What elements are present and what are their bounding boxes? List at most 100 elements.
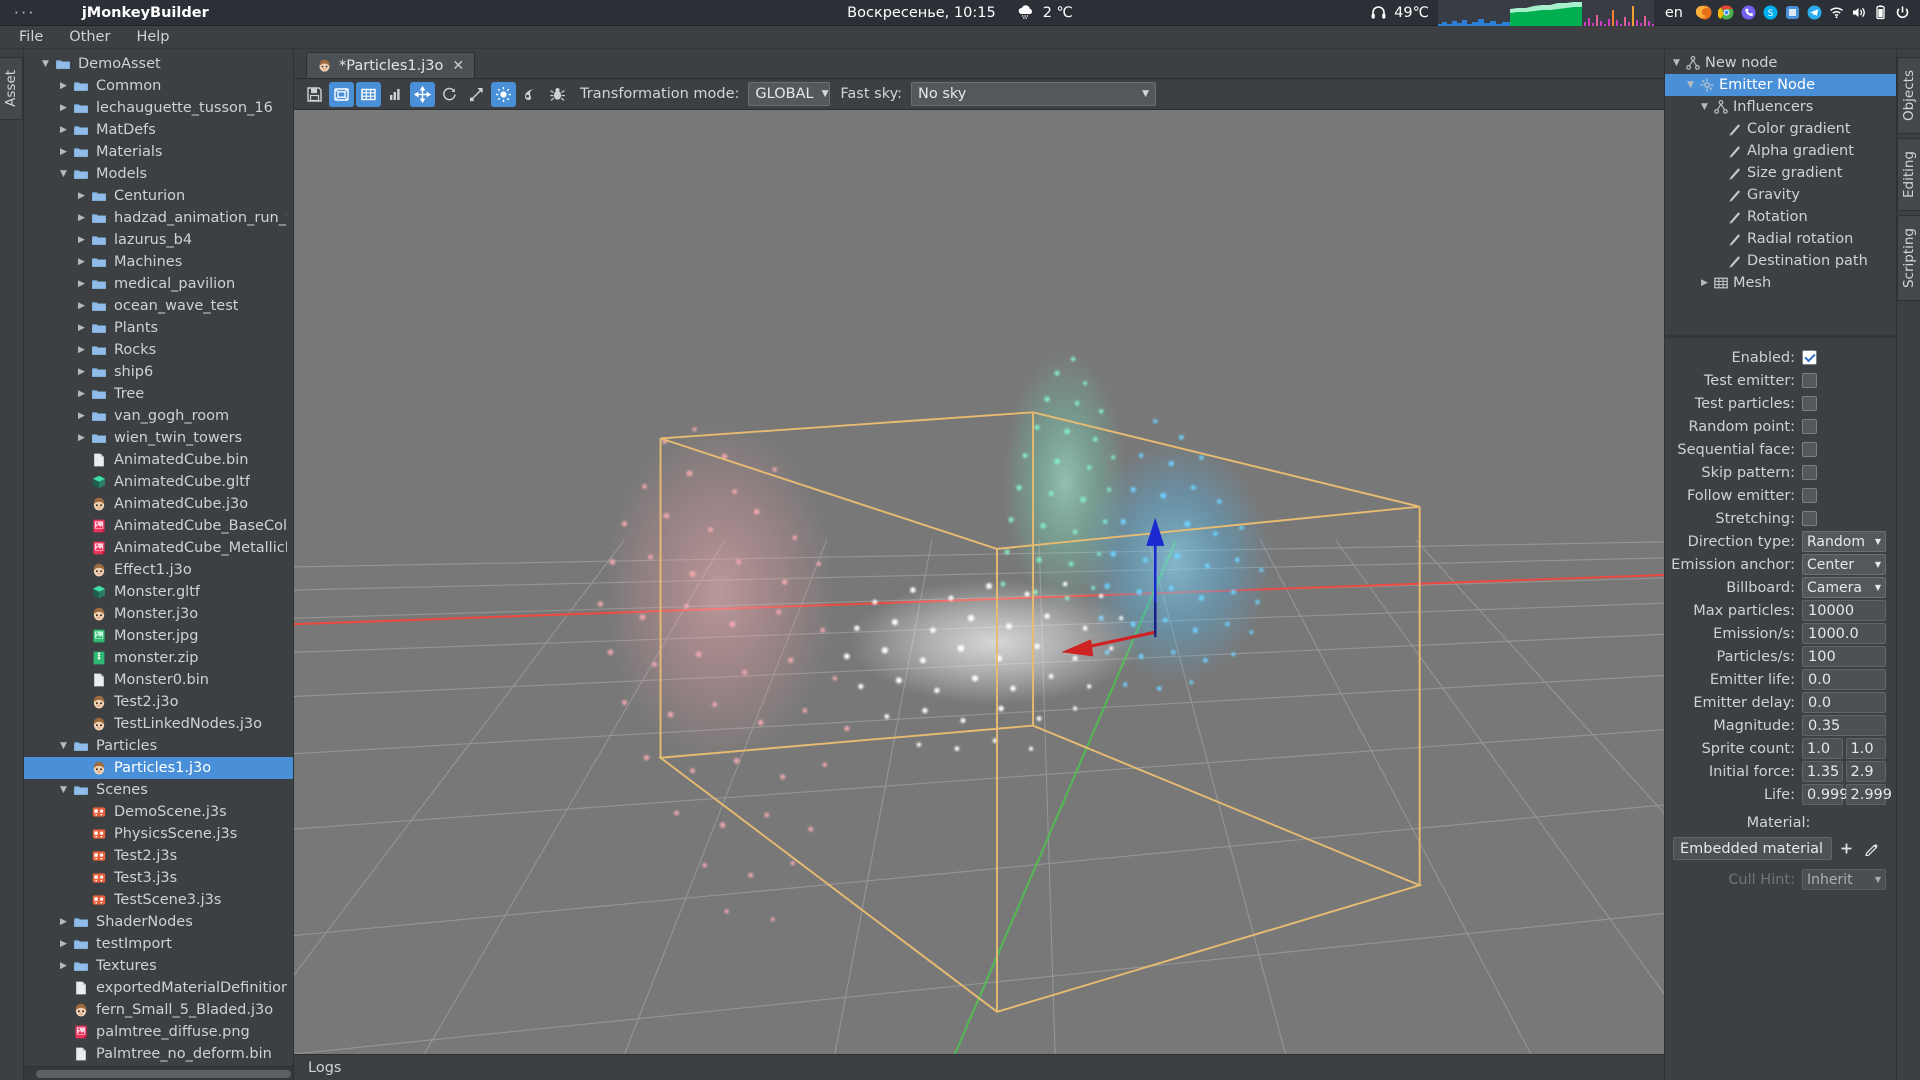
property-checkbox[interactable] (1802, 396, 1817, 411)
property-checkbox[interactable] (1802, 488, 1817, 503)
asset-tree-row[interactable]: AnimatedCube.j3o (24, 493, 293, 515)
clock-datetime[interactable]: Воскресенье, 10:15 (847, 5, 996, 21)
scene-tree-row[interactable]: Size gradient (1665, 162, 1896, 184)
memory-graph-icon[interactable] (1509, 0, 1582, 26)
asset-tree-row[interactable]: palmtree_diffuse.png (24, 1021, 293, 1043)
weather-widget[interactable]: 2 ℃ (1016, 3, 1073, 23)
scene-tree-row[interactable]: ▶ Mesh (1665, 272, 1896, 294)
tree-twisty-right-icon[interactable]: ▶ (1697, 278, 1712, 288)
tree-twisty-right-icon[interactable]: ▶ (74, 235, 89, 245)
property-input[interactable]: 0.0 (1802, 692, 1886, 713)
asset-tree-hscrollbar[interactable] (24, 1066, 293, 1080)
slack-icon[interactable] (1782, 3, 1802, 23)
scene-tree[interactable]: ▼ New node ▼ Emitter Node ▼ Influencers Color … (1665, 49, 1896, 335)
property-checkbox[interactable] (1802, 511, 1817, 526)
logs-bar[interactable]: Logs (294, 1054, 1664, 1080)
tab-editing[interactable]: Editing (1897, 138, 1920, 212)
asset-tree-row[interactable]: Monster.j3o (24, 603, 293, 625)
property-input[interactable]: 1.35 (1802, 761, 1843, 782)
chrome-icon[interactable] (1716, 3, 1736, 23)
property-input[interactable]: 0.35 (1802, 715, 1886, 736)
tab-objects[interactable]: Objects (1897, 57, 1920, 135)
asset-tree-row[interactable]: ▼ Particles (24, 735, 293, 757)
property-checkbox[interactable] (1802, 442, 1817, 457)
asset-tree-row[interactable]: AnimatedCube.bin (24, 449, 293, 471)
pencil-icon[interactable] (1860, 837, 1882, 860)
properties-grid[interactable]: Enabled: Test emitter: Test particles: Rand… (1665, 338, 1896, 1080)
tree-twisty-right-icon[interactable]: ▶ (74, 213, 89, 223)
scene-tree-row[interactable]: ▼ Emitter Node (1665, 74, 1896, 96)
scene-tree-row[interactable]: Color gradient (1665, 118, 1896, 140)
fast-sky-select[interactable]: No sky ▼ (911, 82, 1156, 106)
editor-tab-particles1[interactable]: *Particles1.j3o ✕ (306, 52, 476, 78)
tree-twisty-down-icon[interactable]: ▼ (1669, 58, 1684, 68)
asset-tree-row[interactable]: ▶ van_gogh_room (24, 405, 293, 427)
tree-twisty-down-icon[interactable]: ▼ (56, 785, 71, 795)
asset-tree-row[interactable]: Effect1.j3o (24, 559, 293, 581)
property-input[interactable]: 10000 (1802, 600, 1886, 621)
property-input[interactable]: 1.0 (1802, 738, 1843, 759)
property-input-2[interactable]: 2.999 (1845, 784, 1892, 805)
tree-twisty-right-icon[interactable]: ▶ (74, 301, 89, 311)
scrollbar-thumb[interactable] (36, 1070, 291, 1078)
asset-tree-row[interactable]: TestScene3.j3s (24, 889, 293, 911)
asset-tree-row[interactable]: exportedMaterialDefinition.j3md (24, 977, 293, 999)
scene-tree-row[interactable]: Alpha gradient (1665, 140, 1896, 162)
asset-tree-row[interactable]: ▶ MatDefs (24, 119, 293, 141)
asset-tree-row[interactable]: ▶ Common (24, 75, 293, 97)
material-value[interactable]: Embedded material (1673, 837, 1832, 860)
plus-icon[interactable] (1835, 837, 1857, 860)
asset-tree-row[interactable]: ▶ wien_twin_towers (24, 427, 293, 449)
close-icon[interactable]: ✕ (452, 58, 464, 74)
system-menu-dots[interactable]: ··· (14, 5, 36, 20)
property-input[interactable]: 0.999 (1802, 784, 1849, 805)
show-statistics-button[interactable] (383, 82, 408, 107)
tree-twisty-right-icon[interactable]: ▶ (56, 939, 71, 949)
property-select[interactable]: Camera ▼ (1802, 577, 1886, 598)
asset-tree-row[interactable]: ▼ Models (24, 163, 293, 185)
property-input-2[interactable]: 1.0 (1845, 738, 1886, 759)
tree-twisty-right-icon[interactable]: ▶ (56, 81, 71, 91)
tree-twisty-right-icon[interactable]: ▶ (56, 147, 71, 157)
asset-tree-row[interactable]: Monster.jpg (24, 625, 293, 647)
tree-twisty-right-icon[interactable]: ▶ (74, 257, 89, 267)
property-input[interactable]: 1000.0 (1802, 623, 1886, 644)
asset-tree-row[interactable]: ▶ lechauguette_tusson_16 (24, 97, 293, 119)
asset-tree-row[interactable]: ▶ hadzad_animation_run_v4.10 (24, 207, 293, 229)
property-checkbox[interactable] (1802, 373, 1817, 388)
tree-twisty-down-icon[interactable]: ▼ (1683, 80, 1698, 90)
tree-twisty-right-icon[interactable]: ▶ (74, 191, 89, 201)
asset-tree-row[interactable]: Test2.j3o (24, 691, 293, 713)
asset-tree-row[interactable]: Monster0.bin (24, 669, 293, 691)
property-select[interactable]: Center ▼ (1802, 554, 1886, 575)
asset-tree-row[interactable]: ▶ Textures (24, 955, 293, 977)
tree-twisty-right-icon[interactable]: ▶ (74, 367, 89, 377)
scene-tree-row[interactable]: ▼ Influencers (1665, 96, 1896, 118)
power-icon[interactable] (1892, 3, 1912, 23)
asset-tree-row[interactable]: ▶ Plants (24, 317, 293, 339)
network-graph-icon[interactable] (1437, 0, 1510, 26)
property-checkbox[interactable] (1802, 350, 1817, 365)
asset-tree[interactable]: ▼ DemoAsset ▶ Common ▶ lechauguette_tusson_16… (24, 49, 293, 1066)
light-toggle-button[interactable] (491, 81, 516, 107)
asset-tree-row[interactable]: ▶ Rocks (24, 339, 293, 361)
tree-twisty-down-icon[interactable]: ▼ (1697, 102, 1712, 112)
audio-toggle-button[interactable] (518, 82, 543, 107)
asset-tree-row[interactable]: ▼ DemoAsset (24, 53, 293, 75)
asset-tree-row[interactable]: Test2.j3s (24, 845, 293, 867)
transformation-mode-select[interactable]: GLOBAL ▼ (748, 82, 831, 106)
menu-file[interactable]: File (8, 27, 54, 47)
property-select[interactable]: Random ▼ (1802, 531, 1886, 552)
cull-hint-select[interactable]: Inherit ▼ (1802, 869, 1886, 890)
cpu-temperature-widget[interactable]: 49℃ (1359, 3, 1438, 23)
asset-tree-row[interactable]: ▶ Machines (24, 251, 293, 273)
property-checkbox[interactable] (1802, 419, 1817, 434)
asset-tree-row[interactable]: ▶ ship6 (24, 361, 293, 383)
tree-twisty-right-icon[interactable]: ▶ (56, 103, 71, 113)
tree-twisty-right-icon[interactable]: ▶ (56, 917, 71, 927)
asset-tree-row[interactable]: ▶ ocean_wave_test (24, 295, 293, 317)
volume-icon[interactable] (1848, 3, 1868, 23)
battery-icon[interactable] (1870, 3, 1890, 23)
asset-tree-row[interactable]: ▶ ShaderNodes (24, 911, 293, 933)
tree-twisty-right-icon[interactable]: ▶ (74, 389, 89, 399)
